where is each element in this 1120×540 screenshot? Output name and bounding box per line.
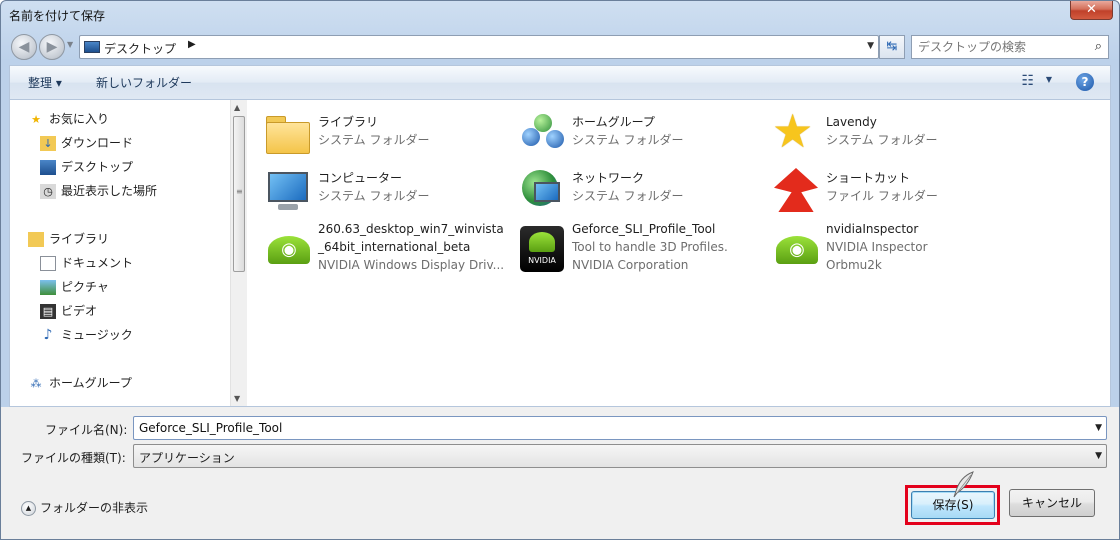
file-list: ライブラリ システム フォルダー ホームグループ システム フォルダー ★ Lave… — [248, 100, 1110, 406]
sidebar-homegroup[interactable]: ⁂ ホームグループ — [28, 374, 132, 394]
search-input[interactable] — [912, 36, 1082, 58]
filetype-select[interactable]: アプリケーション ▼ — [133, 444, 1107, 468]
address-text[interactable]: デスクトップ — [104, 40, 176, 57]
desktop-icon — [84, 41, 100, 53]
downloads-folder-icon: ↓ — [40, 136, 56, 151]
desktop-icon — [40, 160, 56, 175]
star-icon: ★ — [772, 104, 814, 158]
new-folder-button[interactable]: 新しいフォルダー — [96, 74, 192, 91]
filename-combobox[interactable]: ▼ — [133, 416, 1107, 440]
collapse-up-icon: ▲ — [21, 501, 36, 516]
file-item-shortcut[interactable]: ショートカット ファイル フォルダー — [756, 162, 1006, 214]
refresh-button[interactable]: ↹ — [879, 35, 905, 59]
video-icon: ▤ — [40, 304, 56, 319]
dialog-title: 名前を付けて保存 — [9, 9, 106, 23]
filename-dropdown-icon[interactable]: ▼ — [1095, 423, 1102, 433]
homegroup-icon: ⁂ — [30, 377, 42, 390]
file-item-network[interactable]: ネットワーク システム フォルダー — [502, 162, 752, 214]
quill-cursor-icon — [953, 471, 974, 498]
nvidia-box-icon: NVIDIA — [518, 224, 566, 272]
scroll-up-icon[interactable]: ▲ — [234, 103, 240, 112]
address-dropdown-icon[interactable]: ▼ — [867, 41, 874, 51]
network-icon — [518, 166, 566, 214]
scroll-down-icon[interactable]: ▼ — [234, 394, 240, 403]
computer-icon — [264, 166, 312, 214]
help-icon[interactable]: ? — [1076, 73, 1094, 91]
hide-folders-label: フォルダーの非表示 — [40, 501, 149, 515]
sidebar-item-pictures[interactable]: ピクチャ — [40, 278, 109, 298]
file-item-lavendy[interactable]: ★ Lavendy システム フォルダー — [756, 106, 1006, 158]
back-button[interactable]: ◀ — [11, 34, 37, 60]
close-button[interactable]: ✕ — [1070, 1, 1113, 20]
nvidia-icon: ◉ — [264, 226, 312, 274]
search-box[interactable]: ⌕ — [911, 35, 1109, 59]
navigation-bar: ◀ ▶ ▼ デスクトップ ▶ ▼ ↹ ⌕ — [1, 31, 1119, 63]
file-item-homegroup[interactable]: ホームグループ システム フォルダー — [502, 106, 752, 158]
music-note-icon: ♪ — [43, 327, 53, 343]
command-toolbar: 整理 ▾ 新しいフォルダー ☷ ▼ ? — [9, 65, 1111, 99]
filetype-dropdown-icon[interactable]: ▼ — [1095, 451, 1102, 461]
filetype-value: アプリケーション — [139, 451, 235, 465]
scrollbar-thumb[interactable]: ≡ — [233, 116, 245, 272]
file-item-library[interactable]: ライブラリ システム フォルダー — [248, 106, 498, 158]
sidebar-libraries[interactable]: ライブラリ — [28, 230, 109, 250]
sidebar-item-recent-places[interactable]: ◷ 最近表示した場所 — [40, 182, 157, 202]
save-form: ファイル名(N): ▼ ファイルの種類(T): アプリケーション ▼ ▲ フォルダ… — [1, 407, 1119, 539]
filename-input[interactable] — [134, 417, 1084, 439]
grip-icon: ≡ — [236, 187, 243, 196]
file-item-computer[interactable]: コンピューター システム フォルダー — [248, 162, 498, 214]
sidebar-scrollbar[interactable]: ▲ ≡ ▼ — [230, 100, 247, 406]
file-item-nvidia-driver[interactable]: ◉ 260.63_desktop_win7_winvista _64bit_int… — [248, 218, 504, 278]
sidebar-item-videos[interactable]: ▤ ビデオ — [40, 302, 97, 322]
filename-label: ファイル名(N): — [45, 423, 128, 437]
breadcrumb-arrow-icon[interactable]: ▶ — [188, 39, 196, 50]
save-as-dialog: 名前を付けて保存 ✕ ◀ ▶ ▼ デスクトップ ▶ ▼ ↹ ⌕ 整理 ▾ 新しい… — [0, 0, 1120, 540]
sidebar-item-downloads[interactable]: ↓ ダウンロード — [40, 134, 133, 154]
library-folder-icon — [264, 110, 312, 158]
forward-button[interactable]: ▶ — [39, 34, 65, 60]
favorites-star-icon: ★ — [31, 113, 41, 126]
recent-pages-chevron-icon[interactable]: ▼ — [67, 40, 73, 49]
view-dropdown-icon[interactable]: ▼ — [1046, 75, 1052, 84]
homegroup-icon — [518, 110, 566, 158]
title-bar: 名前を付けて保存 ✕ — [1, 1, 1119, 29]
document-icon — [40, 256, 56, 271]
sidebar-item-documents[interactable]: ドキュメント — [40, 254, 133, 274]
file-item-nvidia-inspector[interactable]: ◉ nvidiaInspector NVIDIA Inspector Orbmu2k — [756, 218, 1006, 278]
file-item-geforce-sli-profile-tool[interactable]: NVIDIA Geforce_SLI_Profile_Tool Tool to h… — [502, 218, 752, 278]
address-bar[interactable]: デスクトップ ▶ ▼ — [79, 35, 879, 59]
shortcut-icon — [772, 166, 820, 214]
libraries-folder-icon — [28, 232, 44, 247]
cancel-button[interactable]: キャンセル — [1009, 489, 1095, 517]
sidebar-favorites[interactable]: ★ お気に入り — [28, 110, 109, 130]
sidebar-item-music[interactable]: ♪ ミュージック — [40, 326, 133, 346]
filetype-label: ファイルの種類(T): — [21, 451, 126, 465]
pictures-icon — [40, 280, 56, 295]
search-icon[interactable]: ⌕ — [1095, 39, 1102, 54]
hide-folders-toggle[interactable]: ▲ フォルダーの非表示 — [21, 499, 148, 516]
view-options-icon[interactable]: ☷ — [1021, 73, 1034, 89]
navigation-pane: ★ お気に入り ↓ ダウンロード デスクトップ ◷ 最近表示した場所 ライブラリ ドキ… — [10, 100, 230, 406]
nvidia-icon: ◉ — [772, 226, 820, 274]
sidebar-item-desktop[interactable]: デスクトップ — [40, 158, 133, 178]
recent-places-icon: ◷ — [40, 184, 56, 199]
organize-button[interactable]: 整理 ▾ — [28, 74, 62, 91]
browser-pane: ★ お気に入り ↓ ダウンロード デスクトップ ◷ 最近表示した場所 ライブラリ ドキ… — [9, 99, 1111, 407]
